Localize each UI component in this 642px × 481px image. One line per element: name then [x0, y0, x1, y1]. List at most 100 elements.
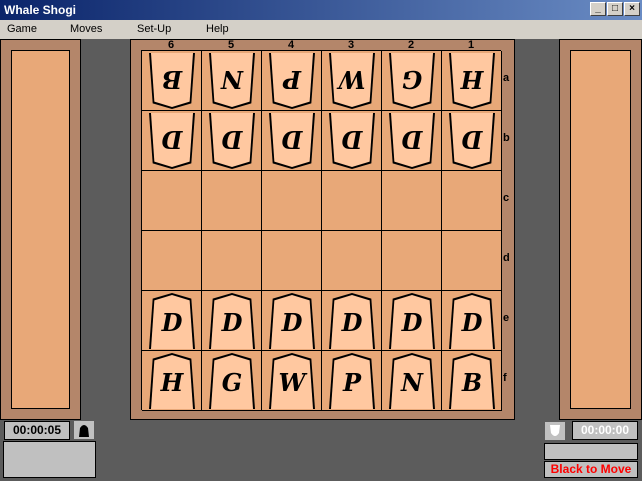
white-piece[interactable]: D — [389, 113, 435, 169]
white-turn-indicator-icon — [545, 422, 565, 440]
piece-letter: H — [151, 355, 193, 409]
white-piece[interactable]: P — [269, 53, 315, 109]
white-piece[interactable]: B — [149, 53, 195, 109]
board-square-3e[interactable]: D — [322, 291, 382, 351]
white-piece[interactable]: D — [329, 113, 375, 169]
board-square-3c[interactable] — [322, 171, 382, 231]
shogi-board: 654321 abcdef BNPWGHDDDDDDDDDDDDHGWPNB — [130, 39, 515, 420]
menu-help[interactable]: Help — [206, 23, 229, 35]
piece-letter: D — [211, 113, 253, 167]
white-piece[interactable]: D — [149, 113, 195, 169]
board-square-2b[interactable]: D — [382, 111, 442, 171]
board-square-6e[interactable]: D — [142, 291, 202, 351]
rank-label: c — [503, 192, 510, 204]
board-square-5e[interactable]: D — [202, 291, 262, 351]
board-square-3a[interactable]: W — [322, 51, 382, 111]
rank-label: a — [503, 72, 510, 84]
piece-letter: D — [391, 113, 433, 167]
board-square-4d[interactable] — [262, 231, 322, 291]
white-piece[interactable]: W — [329, 53, 375, 109]
piece-letter: H — [451, 53, 493, 107]
board-square-5a[interactable]: N — [202, 51, 262, 111]
white-captured-tray[interactable] — [0, 39, 81, 420]
white-piece[interactable]: G — [389, 53, 435, 109]
black-piece[interactable]: N — [389, 353, 435, 409]
board-square-6f[interactable]: H — [142, 351, 202, 411]
status-text: Black to Move — [544, 461, 638, 478]
black-piece[interactable]: D — [269, 293, 315, 349]
minimize-button[interactable]: _ — [590, 2, 606, 16]
white-piece[interactable]: D — [269, 113, 315, 169]
white-info-box — [544, 443, 638, 460]
menu-setup[interactable]: Set-Up — [137, 23, 171, 35]
piece-letter: P — [271, 53, 313, 107]
white-piece[interactable]: D — [209, 113, 255, 169]
board-square-3f[interactable]: P — [322, 351, 382, 411]
board-square-3d[interactable] — [322, 231, 382, 291]
black-info-box — [3, 441, 96, 478]
black-piece[interactable]: D — [449, 293, 495, 349]
black-piece[interactable]: H — [149, 353, 195, 409]
board-square-3b[interactable]: D — [322, 111, 382, 171]
black-piece[interactable]: D — [389, 293, 435, 349]
board-square-1d[interactable] — [442, 231, 502, 291]
white-piece[interactable]: H — [449, 53, 495, 109]
board-square-6d[interactable] — [142, 231, 202, 291]
black-piece[interactable]: D — [329, 293, 375, 349]
white-clock: 00:00:00 — [572, 421, 638, 440]
black-piece[interactable]: P — [329, 353, 375, 409]
board-square-1e[interactable]: D — [442, 291, 502, 351]
black-piece[interactable]: D — [209, 293, 255, 349]
board-square-5c[interactable] — [202, 171, 262, 231]
rank-label: e — [503, 312, 510, 324]
white-piece[interactable]: N — [209, 53, 255, 109]
black-clock: 00:00:05 — [4, 421, 70, 440]
board-square-6a[interactable]: B — [142, 51, 202, 111]
title-bar: Whale Shogi _ □ × — [0, 0, 642, 20]
black-captured-tray[interactable] — [559, 39, 642, 420]
board-square-5d[interactable] — [202, 231, 262, 291]
board-square-1b[interactable]: D — [442, 111, 502, 171]
piece-letter: D — [391, 295, 433, 349]
menu-moves[interactable]: Moves — [70, 23, 102, 35]
board-square-2f[interactable]: N — [382, 351, 442, 411]
board-square-5b[interactable]: D — [202, 111, 262, 171]
black-piece[interactable]: D — [149, 293, 195, 349]
close-button[interactable]: × — [624, 2, 640, 16]
board-square-4f[interactable]: W — [262, 351, 322, 411]
board-square-1c[interactable] — [442, 171, 502, 231]
piece-letter: D — [211, 295, 253, 349]
piece-letter: B — [151, 53, 193, 107]
board-square-5f[interactable]: G — [202, 351, 262, 411]
board-square-1a[interactable]: H — [442, 51, 502, 111]
board-square-2c[interactable] — [382, 171, 442, 231]
board-square-4a[interactable]: P — [262, 51, 322, 111]
board-square-1f[interactable]: B — [442, 351, 502, 411]
board-square-4e[interactable]: D — [262, 291, 322, 351]
black-piece[interactable]: W — [269, 353, 315, 409]
board-square-2a[interactable]: G — [382, 51, 442, 111]
black-piece[interactable]: G — [209, 353, 255, 409]
board-square-6c[interactable] — [142, 171, 202, 231]
piece-letter: G — [211, 355, 253, 409]
piece-letter: G — [391, 53, 433, 107]
black-piece[interactable]: B — [449, 353, 495, 409]
piece-letter: N — [211, 53, 253, 107]
menu-bar: Game Moves Set-Up Help — [0, 20, 642, 39]
white-piece[interactable]: D — [449, 113, 495, 169]
window-title: Whale Shogi — [4, 3, 76, 17]
piece-letter: D — [271, 113, 313, 167]
board-square-2e[interactable]: D — [382, 291, 442, 351]
piece-letter: D — [331, 113, 373, 167]
maximize-button[interactable]: □ — [607, 2, 623, 16]
piece-letter: D — [331, 295, 373, 349]
menu-game[interactable]: Game — [7, 23, 37, 35]
rank-label: d — [503, 252, 510, 264]
board-square-2d[interactable] — [382, 231, 442, 291]
board-square-4c[interactable] — [262, 171, 322, 231]
piece-letter: P — [331, 355, 373, 409]
board-square-6b[interactable]: D — [142, 111, 202, 171]
piece-letter: D — [271, 295, 313, 349]
piece-letter: D — [451, 113, 493, 167]
board-square-4b[interactable]: D — [262, 111, 322, 171]
